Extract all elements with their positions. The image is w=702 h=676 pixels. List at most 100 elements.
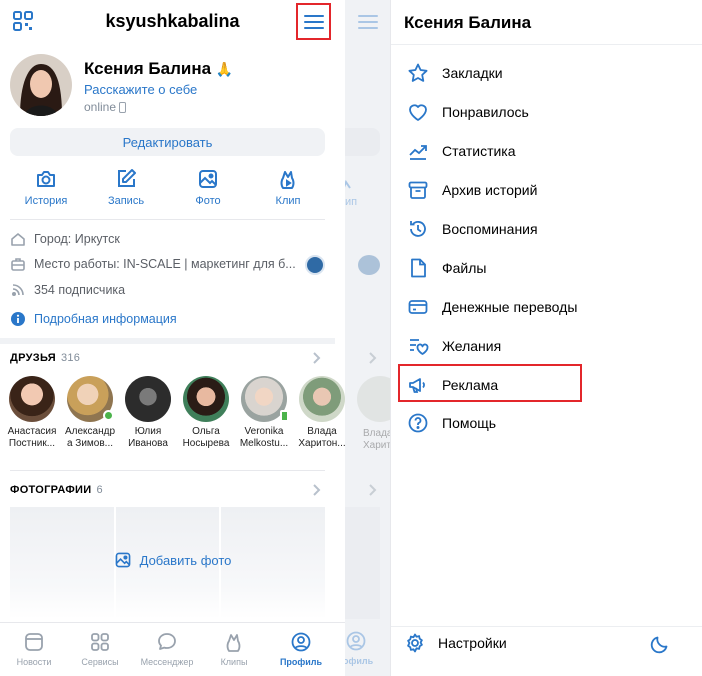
clips-icon bbox=[226, 634, 241, 652]
friend-item[interactable]: Анастасия Постник... bbox=[4, 376, 60, 450]
friend-name-line1: Юлия bbox=[134, 426, 162, 437]
ads-highlight-box bbox=[398, 364, 582, 402]
gear-icon bbox=[407, 633, 423, 653]
tab-services[interactable]: Сервисы bbox=[67, 631, 133, 667]
news-icon bbox=[25, 633, 43, 651]
clip-action-button[interactable]: Клип bbox=[248, 168, 328, 207]
menu-item-statistics[interactable]: Статистика bbox=[406, 139, 516, 163]
post-action-button[interactable]: Запись bbox=[86, 168, 166, 207]
company-logo[interactable] bbox=[305, 255, 325, 275]
edit-profile-button[interactable]: Редактировать bbox=[10, 128, 325, 156]
chevron-right-icon[interactable] bbox=[313, 352, 321, 364]
services-icon bbox=[91, 633, 109, 651]
menu-item-help[interactable]: Помощь bbox=[406, 411, 496, 435]
rss-icon bbox=[11, 284, 24, 297]
side-menu: Ксения Балина Закладки Понравилось Стати… bbox=[390, 0, 702, 676]
profile-icon bbox=[346, 631, 366, 651]
chevron-right-icon[interactable] bbox=[313, 484, 321, 496]
section-separator bbox=[0, 338, 335, 344]
friend-name-line1: Александр bbox=[64, 426, 116, 437]
profile-icon bbox=[291, 632, 311, 652]
tab-messenger[interactable]: Мессенджер bbox=[134, 631, 200, 667]
file-icon bbox=[411, 258, 426, 278]
photo-icon bbox=[199, 170, 217, 188]
chevron-right-icon bbox=[369, 484, 377, 496]
help-icon bbox=[408, 413, 428, 433]
friend-name-line2: а Зимов... bbox=[66, 438, 114, 449]
photo-action-button[interactable]: Фото bbox=[168, 168, 248, 207]
friend-name-line1: Veronika bbox=[244, 426, 284, 437]
archive-icon bbox=[408, 181, 428, 199]
friend-item[interactable]: Veronika Melkostu... bbox=[236, 376, 292, 450]
info-icon bbox=[11, 312, 25, 326]
moon-icon[interactable] bbox=[649, 633, 671, 655]
friend-name-line2: Носырева bbox=[182, 438, 230, 449]
profile-actions: История Запись Фото Клип bbox=[0, 168, 345, 208]
menu-item-bookmarks[interactable]: Закладки bbox=[406, 61, 503, 85]
pray-emoji: 🙏 bbox=[215, 61, 234, 77]
friend-item[interactable]: Александр а Зимов... bbox=[62, 376, 118, 450]
friend-avatar bbox=[9, 376, 55, 422]
online-status: online bbox=[84, 100, 127, 114]
friend-item[interactable]: Ольга Носырева bbox=[178, 376, 234, 450]
tab-profile[interactable]: Профиль bbox=[268, 631, 334, 667]
details-link[interactable]: Подробная информация bbox=[10, 310, 177, 328]
menu-item-wishlist[interactable]: Желания bbox=[406, 334, 501, 358]
friend-item[interactable]: Влада Харитон... bbox=[294, 376, 345, 450]
friend-name-line2: Постник... bbox=[8, 438, 56, 449]
photos-header[interactable]: ФОТОГРАФИИ 6 bbox=[10, 484, 103, 496]
friend-avatar bbox=[241, 376, 289, 422]
action-label-ghost: ип bbox=[345, 196, 358, 208]
friend-avatar bbox=[299, 376, 345, 422]
friend-avatar bbox=[67, 376, 114, 422]
menu-button[interactable] bbox=[296, 3, 331, 40]
profile-avatar[interactable] bbox=[10, 54, 72, 116]
friend-name-line2: Melkostu... bbox=[239, 438, 289, 449]
history-icon bbox=[410, 221, 426, 237]
menu-item-story-archive[interactable]: Архив историй bbox=[406, 178, 537, 202]
followers-row[interactable]: 354 подписчика bbox=[10, 281, 125, 299]
wishlist-icon bbox=[410, 339, 429, 355]
friend-name-line1: Ольга bbox=[192, 426, 220, 437]
clip-icon bbox=[280, 171, 295, 189]
dimmed-overlay[interactable]: ип ВладаХаритон офиль bbox=[345, 0, 390, 676]
divider bbox=[10, 470, 325, 471]
friend-name-line2: Иванова bbox=[128, 438, 168, 449]
friend-avatar bbox=[183, 376, 229, 422]
menu-item-money-transfers[interactable]: Денежные переводы bbox=[406, 295, 577, 319]
username-title: ksyushkabalina bbox=[105, 11, 240, 31]
tab-label-ghost: офиль bbox=[345, 656, 374, 666]
menu-item-liked[interactable]: Понравилось bbox=[406, 100, 529, 124]
company-logo-ghost bbox=[358, 255, 380, 275]
tab-news[interactable]: Новости bbox=[1, 631, 67, 667]
money-icon bbox=[408, 300, 428, 314]
tab-clips[interactable]: Клипы bbox=[201, 631, 267, 667]
star-icon bbox=[408, 63, 428, 82]
friends-header[interactable]: ДРУЗЬЯ 316 bbox=[10, 352, 80, 364]
edit-icon bbox=[118, 169, 136, 187]
bottom-tab-bar: Новости Сервисы Мессенджер Клипы Профиль bbox=[0, 622, 345, 676]
add-photo-button[interactable]: Добавить фото bbox=[0, 551, 345, 569]
mobile-online-indicator bbox=[280, 410, 289, 422]
menu-title: Ксения Балина bbox=[404, 13, 532, 32]
clip-icon bbox=[345, 179, 351, 189]
friend-item[interactable]: Юлия Иванова bbox=[120, 376, 176, 450]
chart-icon bbox=[409, 145, 427, 160]
divider bbox=[391, 44, 702, 45]
online-indicator bbox=[103, 410, 114, 421]
photo-icon bbox=[115, 552, 130, 568]
divider bbox=[10, 219, 325, 220]
friend-name-line1: Анастасия bbox=[7, 426, 57, 437]
story-action-button[interactable]: История bbox=[6, 168, 86, 207]
mobile-icon bbox=[119, 101, 127, 113]
camera-icon bbox=[37, 171, 55, 187]
edit-button-ghost bbox=[345, 128, 380, 156]
menu-item-memories[interactable]: Воспоминания bbox=[406, 217, 538, 241]
hamburger-icon bbox=[303, 14, 324, 29]
menu-item-files[interactable]: Файлы bbox=[406, 256, 486, 280]
about-link[interactable]: Расскажите о себе bbox=[84, 82, 197, 97]
settings-button[interactable]: Настройки bbox=[404, 632, 507, 654]
heart-icon bbox=[409, 104, 427, 121]
profile-name: Ксения Балина 🙏 bbox=[84, 59, 234, 78]
work-row[interactable]: Место работы: IN-SCALE | маркетинг для б… bbox=[10, 255, 296, 273]
